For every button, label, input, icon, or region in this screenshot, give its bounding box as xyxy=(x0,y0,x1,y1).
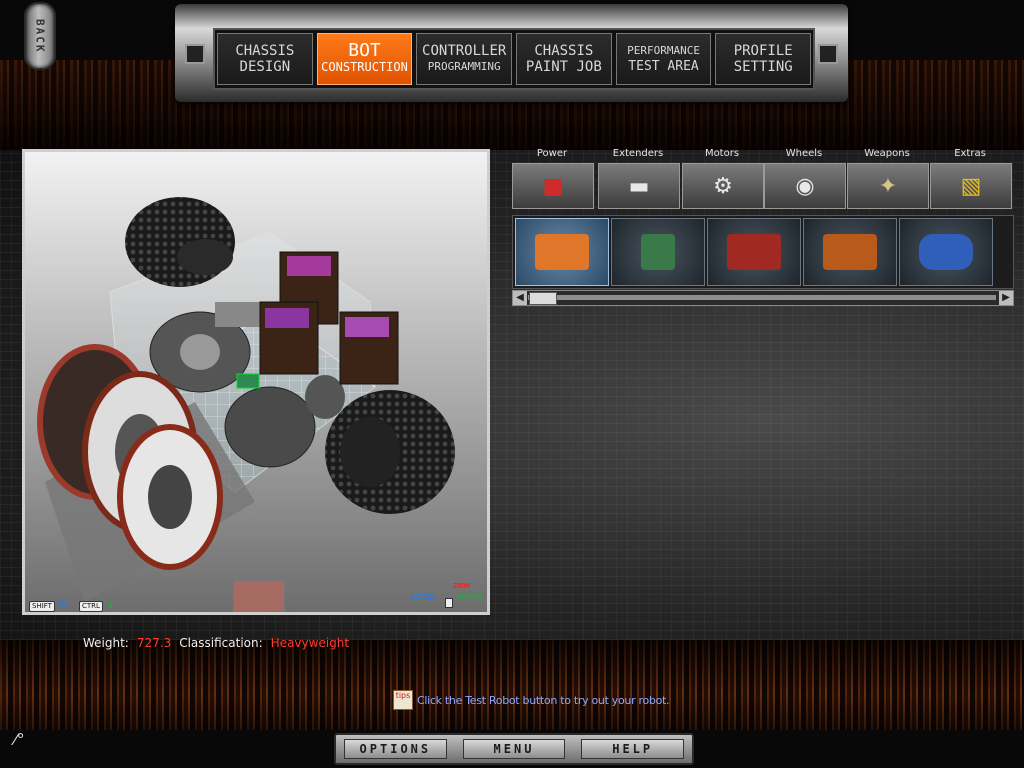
part-battery-pair[interactable] xyxy=(803,218,897,286)
rotate-camera-icon: ⟲ xyxy=(57,597,68,611)
category-weapons-button[interactable]: ✦ xyxy=(847,163,929,209)
robot-3d-viewport[interactable]: SHIFT ⟲ CTRL ↕ ACTION ZOOM ROTATE xyxy=(22,149,490,615)
move-camera-icon: ↕ xyxy=(107,597,115,611)
scroll-left-arrow-icon[interactable]: ◀ xyxy=(513,291,527,305)
bottom-nav-bar: OPTIONS MENU HELP xyxy=(334,733,694,765)
battery-icon: ■ xyxy=(542,173,564,199)
category-motors-button[interactable]: ⚙ xyxy=(682,163,764,209)
category-label-motors: Motors xyxy=(704,148,740,159)
background-band-bottom xyxy=(0,640,1024,730)
part-red-battery-pack[interactable] xyxy=(707,218,801,286)
parts-scrollbar[interactable]: ◀ ▶ xyxy=(512,290,1014,306)
back-button-label: BACK xyxy=(33,18,47,54)
game-logo-icon: ⁄° xyxy=(14,730,25,749)
classification-label: Classification: xyxy=(179,636,263,650)
tab-bot-construction[interactable]: BOT CONSTRUCTION xyxy=(316,33,413,85)
menu-button[interactable]: MENU xyxy=(462,739,566,759)
tip-bar: tips Click the Test Robot button to try … xyxy=(393,690,670,710)
category-label-wheels: Wheels xyxy=(785,148,823,159)
category-label-extenders: Extenders xyxy=(612,148,664,159)
zoom-label: ZOOM xyxy=(453,582,470,590)
help-button[interactable]: HELP xyxy=(581,739,685,759)
back-button[interactable]: BACK xyxy=(24,2,56,70)
extender-bar-icon: ▬ xyxy=(628,173,650,199)
ctrl-key-label: CTRL xyxy=(79,601,103,612)
scroll-knob[interactable] xyxy=(529,292,557,305)
parts-carousel xyxy=(512,215,1014,289)
category-power-button[interactable]: ■ xyxy=(512,163,594,209)
category-extras-button[interactable]: ▧ xyxy=(930,163,1012,209)
bolt-left-icon xyxy=(185,44,205,64)
rotate-label: ROTATE xyxy=(457,593,483,601)
battery-pack-icon xyxy=(727,234,781,270)
hazard-stripe-icon: ▧ xyxy=(960,173,982,199)
puma-battery-icon xyxy=(919,234,973,270)
battery-pair-icon xyxy=(823,234,877,270)
weight-value: 727.3 xyxy=(136,636,172,650)
scroll-right-arrow-icon[interactable]: ▶ xyxy=(999,291,1013,305)
bolt-right-icon xyxy=(818,44,838,64)
tab-profile-setting[interactable]: PROFILE SETTING xyxy=(715,33,812,85)
category-label-extras: Extras xyxy=(954,148,986,159)
classification-value: Heavyweight xyxy=(270,636,350,650)
controller-board-icon xyxy=(535,234,589,270)
motor-icon: ⚙ xyxy=(713,173,733,199)
shift-key-label: SHIFT xyxy=(29,601,55,612)
category-wheels-button[interactable]: ◉ xyxy=(764,163,846,209)
part-green-circuit-board[interactable] xyxy=(611,218,705,286)
weight-label: Weight: xyxy=(83,636,129,650)
tip-text: Click the Test Robot button to try out y… xyxy=(417,693,670,707)
weapon-icon: ✦ xyxy=(878,173,898,199)
wheel-icon: ◉ xyxy=(795,173,815,199)
circuit-board-icon xyxy=(641,234,675,270)
tips-icon: tips xyxy=(393,690,413,710)
main-tab-bar: CHASSIS DESIGN BOT CONSTRUCTION CONTROLL… xyxy=(175,4,848,102)
tab-chassis-paint-job[interactable]: CHASSIS PAINT JOB xyxy=(516,33,612,85)
scroll-track[interactable] xyxy=(528,295,996,300)
tab-chassis-design[interactable]: CHASSIS DESIGN xyxy=(217,33,313,85)
tab-controller-programming[interactable]: CONTROLLER PROGRAMMING xyxy=(416,33,513,85)
robot-stats: Weight: 727.3 Classification: Heavyweight xyxy=(83,636,357,650)
mouse-icon xyxy=(445,598,453,608)
options-button[interactable]: OPTIONS xyxy=(344,739,447,759)
action-label: ACTION xyxy=(411,593,437,601)
tab-performance-test-area[interactable]: PERFORMANCE TEST AREA xyxy=(615,33,712,85)
part-preview-thumbnail xyxy=(233,580,285,612)
part-orange-controller-board[interactable] xyxy=(515,218,609,286)
category-extenders-button[interactable]: ▬ xyxy=(598,163,680,209)
part-blue-puma-battery[interactable] xyxy=(899,218,993,286)
robot-model-render xyxy=(37,197,455,602)
category-label-weapons: Weapons xyxy=(864,148,910,159)
category-label-power: Power xyxy=(536,148,568,159)
